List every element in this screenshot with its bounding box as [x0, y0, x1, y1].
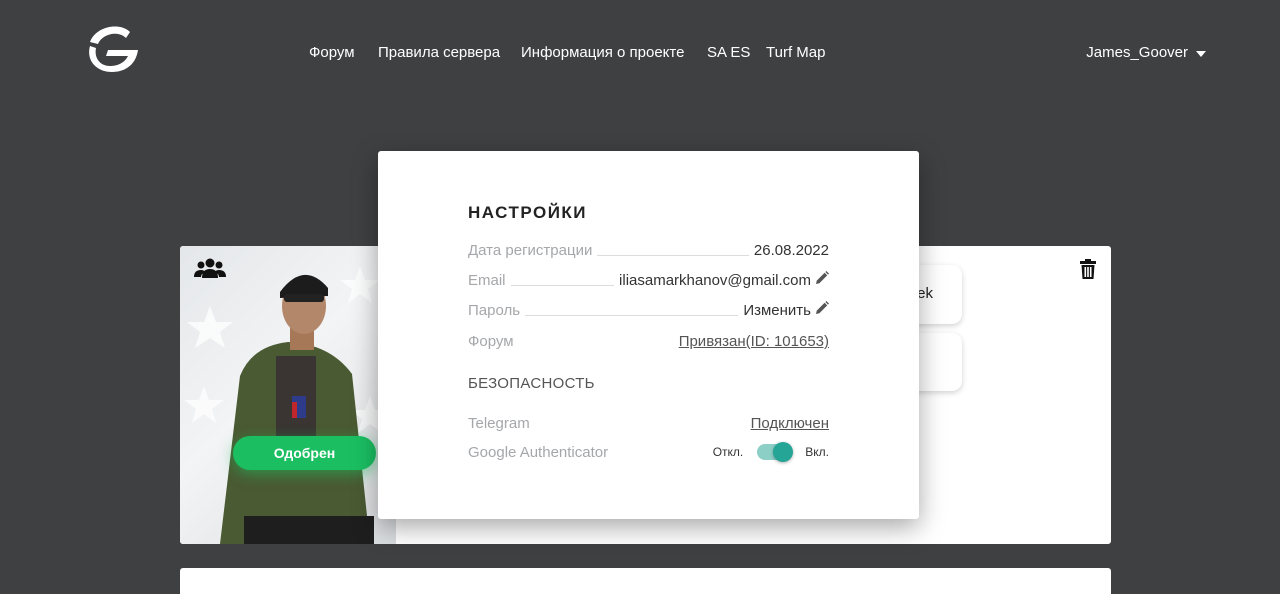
status-badge-approved: Одобрен [233, 436, 376, 470]
security-title: БЕЗОПАСНОСТЬ [468, 375, 595, 392]
password-row: Пароль Изменить [468, 299, 829, 319]
character-illustration [184, 266, 390, 544]
forum-label: Форум [468, 333, 514, 350]
registration-date-value: 26.08.2022 [753, 242, 829, 259]
nav-project-info[interactable]: Информация о проекте [521, 44, 684, 61]
group-icon [194, 258, 226, 283]
registration-date-label: Дата регистрации [468, 242, 593, 259]
toggle-on-label: Вкл. [805, 445, 829, 459]
character-image: Одобрен [180, 246, 396, 544]
toggle-knob[interactable] [773, 442, 794, 462]
telegram-label: Telegram [468, 415, 530, 432]
pencil-icon[interactable] [815, 301, 829, 319]
email-value: iliasamarkhanov@gmail.com [619, 271, 811, 289]
settings-modal: НАСТРОЙКИ Дата регистрации 26.08.2022 Em… [378, 151, 919, 519]
email-label: Email [468, 272, 506, 289]
email-row: Email iliasamarkhanov@gmail.com [468, 269, 829, 289]
forum-row: Форум Привязан(ID: 101653) [468, 330, 829, 350]
divider-line [510, 285, 615, 286]
pencil-icon[interactable] [815, 271, 829, 289]
change-password-link[interactable]: Изменить [743, 302, 811, 319]
password-label: Пароль [468, 302, 521, 319]
divider-line [597, 255, 749, 256]
username: James_Goover [1086, 44, 1188, 61]
nav-forum[interactable]: Форум [309, 44, 355, 61]
trash-icon[interactable] [1080, 259, 1096, 284]
google-authenticator-toggle[interactable] [757, 442, 794, 462]
telegram-row: Telegram Подключен [468, 412, 829, 432]
user-menu[interactable]: James_Goover [1086, 44, 1206, 61]
bottom-card [180, 568, 1111, 594]
settings-title: НАСТРОЙКИ [468, 203, 588, 222]
nav-sa-es[interactable]: SA ES [707, 44, 750, 61]
forum-linked-link[interactable]: Привязан(ID: 101653) [679, 333, 829, 350]
chevron-down-icon [1196, 51, 1206, 57]
toggle-off-label: Откл. [712, 445, 744, 459]
nav-turf-map[interactable]: Turf Map [766, 44, 825, 61]
divider-line [525, 315, 739, 316]
telegram-connected-link[interactable]: Подключен [751, 415, 829, 432]
google-authenticator-label: Google Authenticator [468, 443, 609, 461]
registration-date-row: Дата регистрации 26.08.2022 [468, 239, 829, 259]
nav-server-rules[interactable]: Правила сервера [378, 44, 500, 61]
google-authenticator-row: Google Authenticator Откл. Вкл. [468, 442, 829, 462]
side-info-text: ek [917, 285, 933, 302]
